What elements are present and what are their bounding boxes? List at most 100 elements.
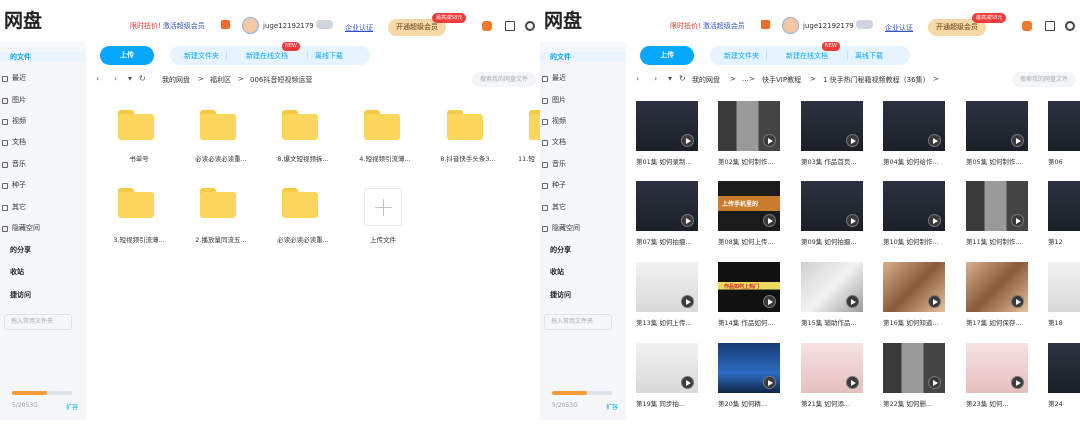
folder-name[interactable]: 必读必读必读重... bbox=[261, 234, 345, 244]
folder-name[interactable]: 必读必读必读重... bbox=[179, 153, 263, 163]
sidebar-item[interactable]: 最近 bbox=[540, 73, 626, 83]
video-thumbnail[interactable] bbox=[718, 101, 780, 151]
sidebar-item[interactable]: 隐藏空间 bbox=[540, 223, 626, 233]
breadcrumb-item[interactable]: 快手VIP教程 bbox=[762, 75, 801, 85]
sidebar-item[interactable]: 种子 bbox=[540, 180, 626, 190]
video-thumbnail[interactable] bbox=[636, 343, 698, 393]
video-name[interactable]: 第10集 如何制作... bbox=[883, 236, 949, 246]
video-thumbnail[interactable] bbox=[1048, 262, 1080, 312]
back-icon[interactable]: ‹ bbox=[96, 74, 99, 83]
breadcrumb-item[interactable]: 我的网盘 bbox=[692, 75, 720, 85]
folder-icon[interactable] bbox=[118, 188, 154, 218]
play-icon[interactable] bbox=[1011, 376, 1024, 389]
folder-icon[interactable] bbox=[282, 188, 318, 218]
play-icon[interactable] bbox=[928, 214, 941, 227]
sidebar-item[interactable]: 的分享 bbox=[0, 245, 86, 255]
video-thumbnail[interactable] bbox=[966, 101, 1028, 151]
video-thumbnail[interactable] bbox=[1048, 181, 1080, 231]
video-name[interactable]: 第03集 作品首页... bbox=[801, 156, 867, 166]
upload-file-label[interactable]: 上传文件 bbox=[341, 234, 425, 244]
video-name[interactable]: 第24 bbox=[1048, 398, 1080, 408]
video-thumbnail[interactable] bbox=[966, 343, 1028, 393]
sidebar-item[interactable]: 最近 bbox=[0, 73, 86, 83]
video-thumbnail[interactable] bbox=[966, 181, 1028, 231]
play-icon[interactable] bbox=[846, 134, 859, 147]
new-folder-button[interactable]: 新建文件夹 bbox=[184, 51, 219, 61]
promo-link[interactable]: 限时抵价! 激活超级会员 bbox=[670, 21, 745, 31]
mail-icon[interactable] bbox=[1045, 21, 1055, 31]
sidebar-item[interactable]: 的分享 bbox=[540, 245, 626, 255]
video-name[interactable]: 第01集 如何录制... bbox=[636, 156, 702, 166]
play-icon[interactable] bbox=[846, 376, 859, 389]
video-thumbnail[interactable] bbox=[883, 343, 945, 393]
video-name[interactable]: 第12 bbox=[1048, 236, 1080, 246]
video-name[interactable]: 第13集 如何上传... bbox=[636, 317, 702, 327]
history-dropdown-icon[interactable]: ▾ bbox=[128, 74, 132, 83]
game-icon[interactable] bbox=[482, 21, 492, 31]
play-icon[interactable] bbox=[846, 295, 859, 308]
video-name[interactable]: 第15集 辅助作品... bbox=[801, 317, 867, 327]
game-icon[interactable] bbox=[1022, 21, 1032, 31]
video-name[interactable]: 第23集 如何... bbox=[966, 398, 1032, 408]
video-thumbnail[interactable] bbox=[636, 181, 698, 231]
sidebar-item[interactable]: 音乐 bbox=[540, 159, 626, 169]
video-name[interactable]: 第19集 同步拍... bbox=[636, 398, 702, 408]
folder-icon[interactable] bbox=[200, 110, 236, 140]
video-name[interactable]: 第05集 如何制作... bbox=[966, 156, 1032, 166]
play-icon[interactable] bbox=[1011, 134, 1024, 147]
username[interactable]: juge12192179 bbox=[803, 22, 854, 30]
sidebar-item[interactable]: 的文件 bbox=[540, 52, 626, 62]
upload-file-tile[interactable] bbox=[364, 188, 402, 226]
settings-icon[interactable] bbox=[525, 21, 535, 31]
mail-icon[interactable] bbox=[505, 21, 515, 31]
folder-icon[interactable] bbox=[118, 110, 154, 140]
offline-download-button[interactable]: 离线下载 bbox=[315, 51, 343, 61]
play-icon[interactable] bbox=[681, 214, 694, 227]
video-name[interactable]: 第07集 如何拍摄... bbox=[636, 236, 702, 246]
video-name[interactable]: 第08集 如何上传... bbox=[718, 236, 784, 246]
sidebar-item[interactable]: 隐藏空间 bbox=[0, 223, 86, 233]
video-name[interactable]: 第20集 如何精... bbox=[718, 398, 784, 408]
video-name[interactable]: 第02集 如何制作... bbox=[718, 156, 784, 166]
video-name[interactable]: 第17集 如何保存... bbox=[966, 317, 1032, 327]
expand-storage-link[interactable]: 扩容 bbox=[66, 402, 78, 411]
folder-name[interactable]: 4.短视频引流薄... bbox=[343, 153, 427, 163]
search-input[interactable]: 搜索我的网盘文件 bbox=[472, 72, 536, 87]
video-name[interactable]: 第22集 如何删... bbox=[883, 398, 949, 408]
breadcrumb-item[interactable]: 我的网盘 bbox=[162, 75, 190, 85]
video-name[interactable]: 第16集 如何知道... bbox=[883, 317, 949, 327]
sidebar-item[interactable]: 收站 bbox=[0, 267, 86, 277]
upload-button[interactable]: 上传 bbox=[640, 46, 694, 65]
sidebar-item[interactable]: 种子 bbox=[0, 180, 86, 190]
video-name[interactable]: 第11集 如何制作... bbox=[966, 236, 1032, 246]
refresh-icon[interactable]: ↻ bbox=[679, 74, 686, 83]
video-thumbnail[interactable] bbox=[801, 101, 863, 151]
sidebar-item[interactable]: 视频 bbox=[540, 116, 626, 126]
offline-download-button[interactable]: 离线下载 bbox=[855, 51, 883, 61]
play-icon[interactable] bbox=[1011, 214, 1024, 227]
play-icon[interactable] bbox=[763, 295, 776, 308]
folder-icon[interactable] bbox=[200, 188, 236, 218]
video-thumbnail[interactable] bbox=[966, 262, 1028, 312]
sidebar-item[interactable]: 音乐 bbox=[0, 159, 86, 169]
video-name[interactable]: 第04集 如何给作... bbox=[883, 156, 949, 166]
folder-name[interactable]: 8.爆文短视频拆... bbox=[261, 153, 345, 163]
folder-name[interactable]: 书单号 bbox=[97, 153, 181, 163]
video-thumbnail[interactable] bbox=[883, 262, 945, 312]
play-icon[interactable] bbox=[763, 134, 776, 147]
play-icon[interactable] bbox=[846, 214, 859, 227]
sidebar-item[interactable]: 捷访问 bbox=[540, 290, 626, 300]
video-thumbnail[interactable] bbox=[636, 101, 698, 151]
video-thumbnail[interactable] bbox=[801, 262, 863, 312]
history-dropdown-icon[interactable]: ▾ bbox=[668, 74, 672, 83]
breadcrumb-item[interactable]: 1 快手热门秘籍视频教程（36集） bbox=[823, 75, 930, 85]
sidebar-item[interactable]: 的文件 bbox=[0, 52, 86, 62]
gift-icon[interactable] bbox=[761, 20, 770, 29]
new-folder-button[interactable]: 新建文件夹 bbox=[724, 51, 759, 61]
play-icon[interactable] bbox=[763, 376, 776, 389]
folder-icon[interactable] bbox=[529, 110, 540, 140]
sidebar-item[interactable]: 文档 bbox=[540, 137, 626, 147]
expand-storage-link[interactable]: 扩容 bbox=[606, 402, 618, 411]
forward-icon[interactable]: › bbox=[654, 74, 657, 83]
sidebar-item[interactable]: 其它 bbox=[540, 202, 626, 212]
